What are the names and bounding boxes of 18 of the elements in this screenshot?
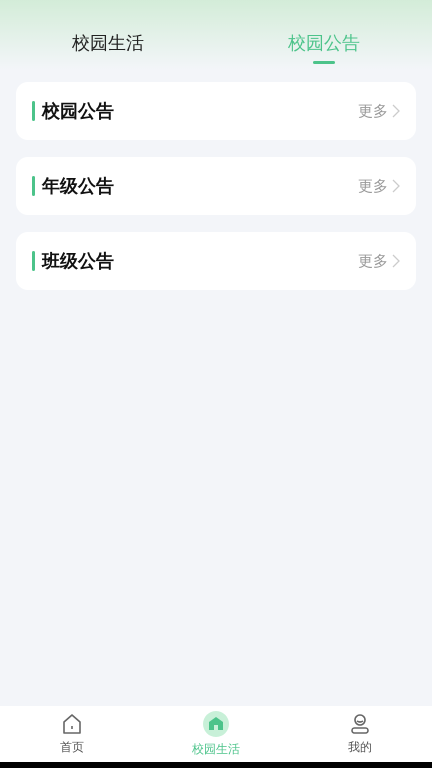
house-icon (61, 712, 83, 734)
person-icon (349, 712, 371, 734)
nav-tab[interactable]: 我的 (288, 706, 432, 762)
accent-bar (32, 251, 35, 271)
chevron-right-icon (392, 254, 400, 268)
nav-tab[interactable]: 首页 (0, 706, 144, 762)
section-title: 校园公告 (42, 100, 115, 124)
tab[interactable]: 校园生活 (0, 30, 216, 70)
notice-card[interactable]: 班级公告 更多 (16, 232, 416, 290)
section-title: 班级公告 (42, 250, 115, 274)
notice-card[interactable]: 年级公告 更多 (16, 157, 416, 215)
chevron-right-icon (392, 179, 400, 193)
chevron-right-icon (392, 104, 400, 118)
section-title: 年级公告 (42, 174, 115, 198)
accent-bar (32, 176, 35, 196)
accent-bar (32, 101, 35, 121)
building-icon (203, 710, 229, 736)
notice-card[interactable]: 校园公告 更多 (16, 82, 416, 140)
